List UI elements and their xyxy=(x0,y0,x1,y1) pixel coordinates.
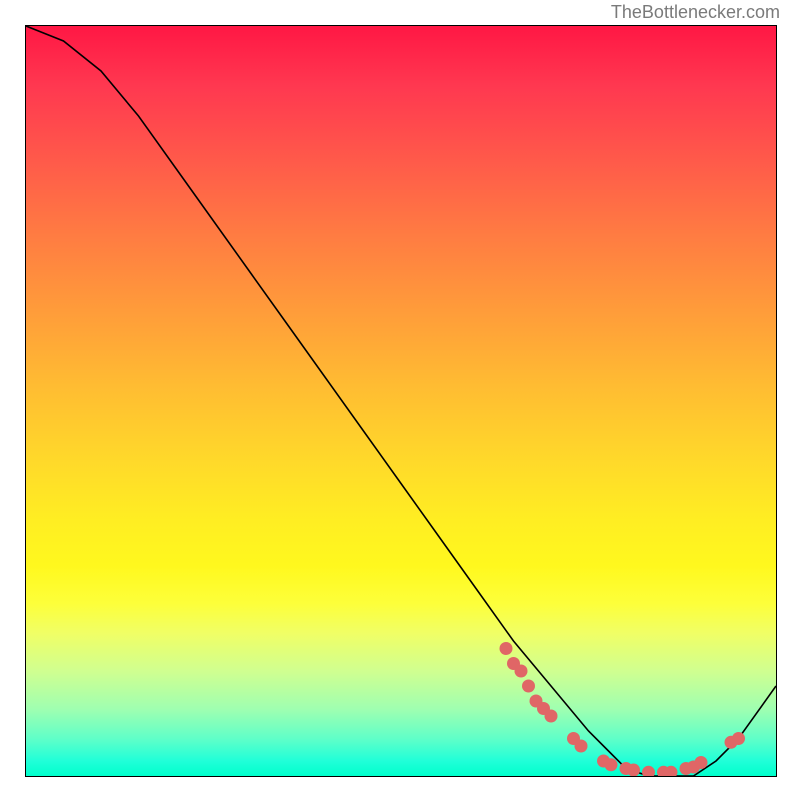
data-marker xyxy=(522,680,535,693)
data-marker xyxy=(627,764,640,777)
data-marker xyxy=(515,665,528,678)
data-marker xyxy=(605,758,618,771)
data-marker xyxy=(575,740,588,753)
data-marker xyxy=(695,756,708,769)
attribution-text: TheBottlenecker.com xyxy=(611,2,780,23)
data-marker xyxy=(500,642,513,655)
plot-area xyxy=(25,25,777,777)
data-marker xyxy=(642,766,655,776)
data-marker xyxy=(545,710,558,723)
chart-svg xyxy=(26,26,776,776)
curve-line xyxy=(26,26,776,776)
data-marker xyxy=(732,732,745,745)
marker-group xyxy=(500,642,746,776)
